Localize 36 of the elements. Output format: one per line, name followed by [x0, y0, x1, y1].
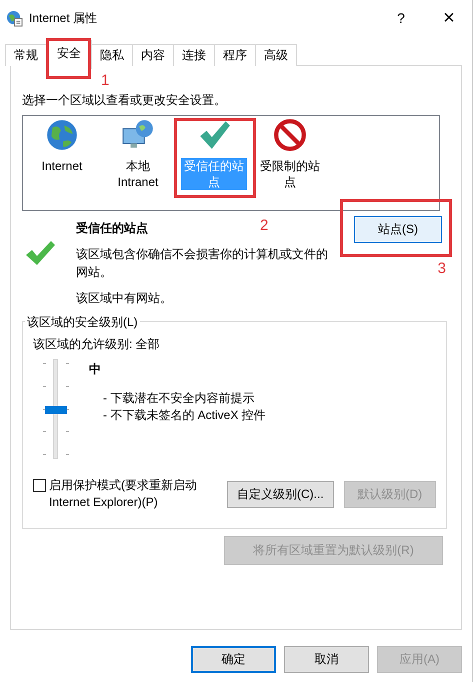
- slider-thumb[interactable]: [45, 406, 67, 414]
- level-name: 中: [89, 361, 102, 378]
- dialog-button[interactable]: 取消: [284, 646, 369, 673]
- zone-description: 该区域包含你确信不会损害你的计算机或文件的网站。: [76, 246, 329, 281]
- zone-item[interactable]: Internet: [26, 116, 98, 174]
- zone-item[interactable]: 本地 Intranet: [102, 116, 174, 190]
- level-description: - 下载潜在不安全内容前提示: [103, 390, 256, 407]
- level-description: - 不下载未签名的 ActiveX 控件: [103, 407, 266, 424]
- tab[interactable]: 连接: [173, 44, 215, 66]
- checkbox[interactable]: [33, 479, 46, 492]
- annotation-box: [46, 38, 91, 79]
- zone-label: 受信任的站点: [181, 158, 247, 190]
- sites-button[interactable]: 站点(S): [354, 216, 442, 243]
- zone-title: 受信任的站点: [76, 220, 148, 237]
- tab[interactable]: 内容: [132, 44, 174, 66]
- zone-label: Internet: [40, 158, 84, 174]
- tab[interactable]: 隐私: [91, 44, 133, 66]
- close-button[interactable]: ×: [426, 6, 472, 30]
- zone-note: 该区域中有网站。: [76, 290, 173, 307]
- internet-options-icon: [6, 10, 23, 26]
- zone-item[interactable]: 受限制的站点: [254, 116, 326, 190]
- zone-label: 本地 Intranet: [116, 158, 160, 190]
- tab[interactable]: 高级: [255, 44, 297, 66]
- instruction-text: 选择一个区域以查看或更改安全设置。: [22, 92, 227, 109]
- help-button[interactable]: ?: [376, 10, 426, 26]
- protected-mode-label[interactable]: 启用保护模式(要求重新启动 Internet Explorer)(P): [49, 477, 219, 511]
- window-title: Internet 属性: [29, 10, 98, 26]
- group-legend: 该区域的安全级别(L): [25, 314, 140, 331]
- zone-label: 受限制的站点: [259, 158, 321, 190]
- no-entry-icon: [273, 118, 307, 152]
- allowed-level-text: 该区域的允许级别: 全部: [33, 336, 161, 353]
- level-button[interactable]: 自定义级别(C)...: [227, 480, 334, 508]
- dialog-button[interactable]: 确定: [191, 646, 276, 673]
- globe-icon: [45, 118, 79, 152]
- tab[interactable]: 常规: [5, 44, 47, 66]
- tab[interactable]: 程序: [214, 44, 256, 66]
